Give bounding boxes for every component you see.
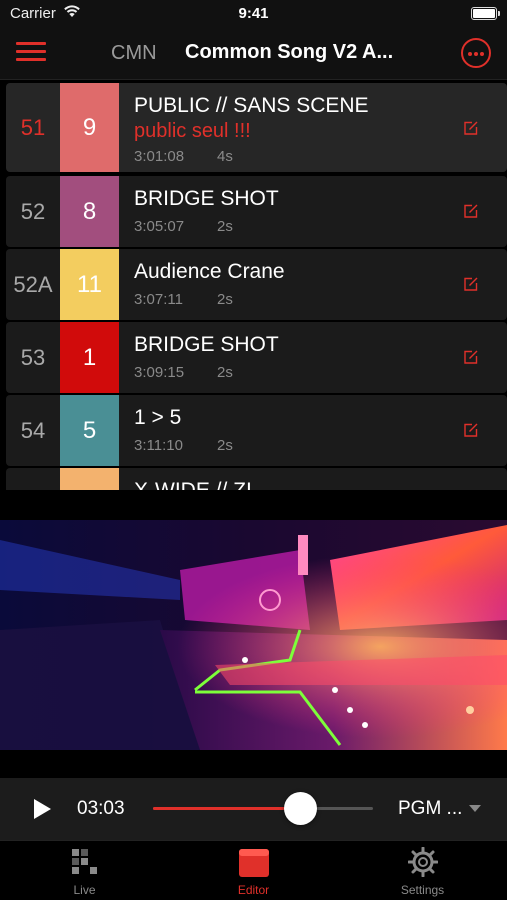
shot-name: Audience Crane — [134, 260, 285, 283]
live-grid-icon — [72, 849, 97, 874]
edit-icon[interactable] — [463, 349, 479, 365]
video-preview[interactable] — [0, 520, 507, 750]
shot-timecode: 3:07:11 — [134, 291, 183, 308]
cue-number: 51 — [20, 115, 46, 140]
clock: 9:41 — [238, 5, 269, 22]
shot-duration: 2s — [217, 218, 233, 235]
tab-live[interactable]: Live — [0, 841, 169, 900]
source-selector[interactable]: PGM ... — [398, 798, 462, 820]
shot-name: BRIDGE SHOT — [134, 187, 279, 210]
shot-timecode: 3:09:15 — [134, 364, 185, 381]
play-icon[interactable] — [32, 798, 52, 820]
shot-row[interactable]: X-WIDE // ZI — [6, 468, 507, 490]
cue-number: 53 — [20, 345, 46, 370]
camera-badge — [60, 468, 119, 490]
editor-icon — [239, 849, 269, 877]
dot-icon — [480, 52, 484, 56]
shot-name: BRIDGE SHOT — [134, 333, 279, 356]
shot-duration: 2s — [217, 437, 233, 454]
edit-icon[interactable] — [463, 422, 479, 438]
dot-icon — [474, 52, 478, 56]
hamburger-line — [16, 58, 46, 61]
shot-row[interactable]: 52A 11 Audience Crane 3:07:11 2s — [6, 249, 507, 320]
hamburger-line — [16, 42, 46, 45]
shot-row[interactable]: 52 8 BRIDGE SHOT 3:05:07 2s — [6, 176, 507, 247]
camera-badge: 5 — [60, 395, 119, 466]
tab-label: Live — [73, 883, 96, 897]
cue-number: 52 — [20, 199, 46, 224]
tab-editor[interactable]: Editor — [169, 841, 338, 900]
playback-slider[interactable] — [153, 792, 373, 825]
playback-time: 03:03 — [77, 798, 125, 819]
menu-button[interactable] — [16, 42, 46, 64]
shot-list[interactable]: 51 9 PUBLIC // SANS SCENE public seul !!… — [0, 80, 507, 490]
status-bar: Carrier 9:41 — [0, 0, 507, 28]
shot-duration: 2s — [217, 364, 233, 381]
shot-row[interactable]: 54 5 1 > 5 3:11:10 2s — [6, 395, 507, 466]
shot-note: public seul !!! — [134, 120, 251, 142]
edit-icon[interactable] — [463, 276, 479, 292]
project-short-name: CMN — [111, 42, 157, 64]
tab-label: Settings — [400, 883, 445, 897]
shot-name: 1 > 5 — [134, 406, 182, 429]
dot-icon — [468, 52, 472, 56]
camera-badge: 9 — [60, 83, 119, 172]
hamburger-line — [16, 50, 46, 53]
concert-video-frame — [0, 520, 507, 750]
tab-settings[interactable]: Settings — [338, 841, 507, 900]
cue-number — [6, 468, 60, 490]
shot-row[interactable]: 53 1 BRIDGE SHOT 3:09:15 2s — [6, 322, 507, 393]
shot-timecode: 3:01:08 — [134, 148, 185, 165]
camera-badge: 11 — [60, 249, 119, 320]
nav-bar: CMN Common Song V2 A... — [0, 28, 507, 80]
more-options-button[interactable] — [461, 38, 491, 68]
slider-thumb[interactable] — [284, 792, 318, 825]
player-bar: 03:03 PGM ... — [0, 778, 507, 840]
slider-fill — [153, 807, 301, 810]
shot-name: X-WIDE // ZI — [134, 479, 252, 490]
gear-icon — [408, 847, 438, 877]
shot-timecode: 3:11:10 — [134, 437, 183, 454]
tab-bar: Live Editor Settings — [0, 840, 507, 900]
shot-row[interactable]: 51 9 PUBLIC // SANS SCENE public seul !!… — [6, 83, 507, 172]
shot-duration: 2s — [217, 291, 233, 308]
camera-badge: 1 — [60, 322, 119, 393]
edit-icon[interactable] — [463, 203, 479, 219]
camera-badge: 8 — [60, 176, 119, 247]
cue-number: 54 — [20, 418, 46, 443]
shot-duration: 4s — [217, 148, 233, 165]
page-title: Common Song V2 A... — [185, 41, 394, 63]
shot-timecode: 3:05:07 — [134, 218, 185, 235]
cue-number: 52A — [13, 272, 53, 297]
shot-name: PUBLIC // SANS SCENE — [134, 94, 369, 117]
tab-label: Editor — [237, 883, 270, 897]
chevron-down-icon[interactable] — [469, 805, 481, 812]
battery-icon — [471, 7, 500, 20]
edit-icon[interactable] — [463, 120, 479, 136]
